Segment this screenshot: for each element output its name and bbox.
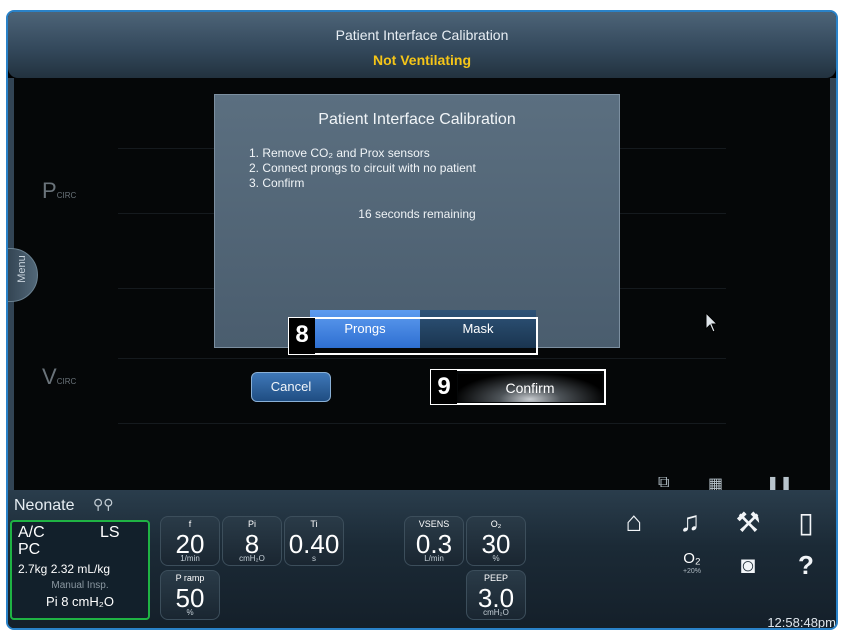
battery-alert-icon[interactable]: ▯: [788, 506, 824, 539]
camera-icon[interactable]: ◙: [730, 552, 766, 580]
param-unit: cmH₂O: [239, 554, 265, 563]
step-1: 1. Remove CO₂ and Prox sensors: [249, 146, 430, 160]
grid-line: [118, 423, 726, 424]
header-title: Patient Interface Calibration: [335, 27, 509, 43]
param-label: PEEP: [483, 573, 508, 583]
callout-badge-9: 9: [431, 370, 457, 404]
right-rail: [830, 78, 836, 490]
param-pi[interactable]: Pi 8 cmH₂O: [222, 516, 282, 566]
param-unit: %: [492, 554, 500, 563]
callout-box-8: [288, 317, 538, 355]
o2-label: O₂: [683, 550, 701, 567]
param-o2[interactable]: O₂ 30 %: [466, 516, 526, 566]
param-vsens[interactable]: VSENS 0.3 L/min: [404, 516, 464, 566]
param-ti[interactable]: Ti 0.40 s: [284, 516, 344, 566]
countdown-text: 16 seconds remaining: [358, 207, 476, 221]
mode-pc: PC: [18, 541, 41, 558]
param-peep[interactable]: PEEP 3.0 cmH₂O: [466, 570, 526, 620]
manual-insp-label: Manual Insp.: [51, 580, 109, 591]
mode-ls: LS: [100, 524, 120, 541]
mode-box[interactable]: A/C LS PC 2.7kg 2.32 mL/kg Manual Insp. …: [10, 520, 150, 620]
param-unit: s: [312, 554, 316, 563]
param-label: O₂: [490, 519, 502, 529]
mode-ac: A/C: [18, 524, 45, 541]
help-icon[interactable]: ?: [788, 550, 824, 581]
param-unit: cmH₂O: [483, 608, 509, 617]
menu-label: Menu: [16, 255, 28, 283]
flow-wave-label: VCIRC: [42, 364, 77, 389]
param-pramp[interactable]: P ramp 50 %: [160, 570, 220, 620]
home-icon[interactable]: ⌂: [616, 506, 652, 538]
o2-boost: +20%: [682, 568, 702, 575]
param-label: Pi: [247, 519, 256, 529]
o2-icon[interactable]: O₂ +20%: [674, 550, 710, 575]
param-unit: %: [186, 608, 194, 617]
grid-line: [118, 358, 726, 359]
param-rate[interactable]: f 20 1/min: [160, 516, 220, 566]
param-label: P ramp: [175, 573, 205, 583]
alarm-bell-icon[interactable]: ♫: [672, 506, 708, 538]
param-unit: L/min: [424, 554, 444, 563]
cursor-icon: [705, 312, 719, 333]
menu-tab[interactable]: Menu: [8, 248, 38, 302]
status-footer: Neonate ⚲⚲ A/C LS PC 2.7kg 2.32 mL/kg Ma…: [8, 490, 836, 630]
param-unit: 1/min: [180, 554, 200, 563]
param-label: VSENS: [418, 519, 450, 529]
param-label: f: [188, 519, 192, 529]
patient-weight: 2.7kg 2.32 mL/kg: [18, 562, 111, 576]
wrench-icon[interactable]: ⚒: [730, 506, 766, 539]
clock: 12:58:48pm: [767, 615, 836, 630]
pressure-wave-label: PCIRC: [42, 178, 77, 203]
cancel-button[interactable]: Cancel: [251, 372, 331, 402]
dialog-title: Patient Interface Calibration: [318, 111, 516, 128]
callout-badge-8: 8: [289, 318, 315, 354]
ventilation-status: Not Ventilating: [373, 52, 471, 68]
patient-type: Neonate: [14, 497, 75, 514]
param-label: Ti: [310, 519, 318, 529]
step-3: 3. Confirm: [249, 176, 305, 190]
patient-icon: ⚲⚲: [93, 496, 114, 512]
manual-insp-pi: Pi 8 cmH₂O: [46, 594, 114, 609]
step-2: 2. Connect prongs to circuit with no pat…: [249, 161, 476, 175]
header-bar: Patient Interface Calibration Not Ventil…: [8, 12, 836, 78]
